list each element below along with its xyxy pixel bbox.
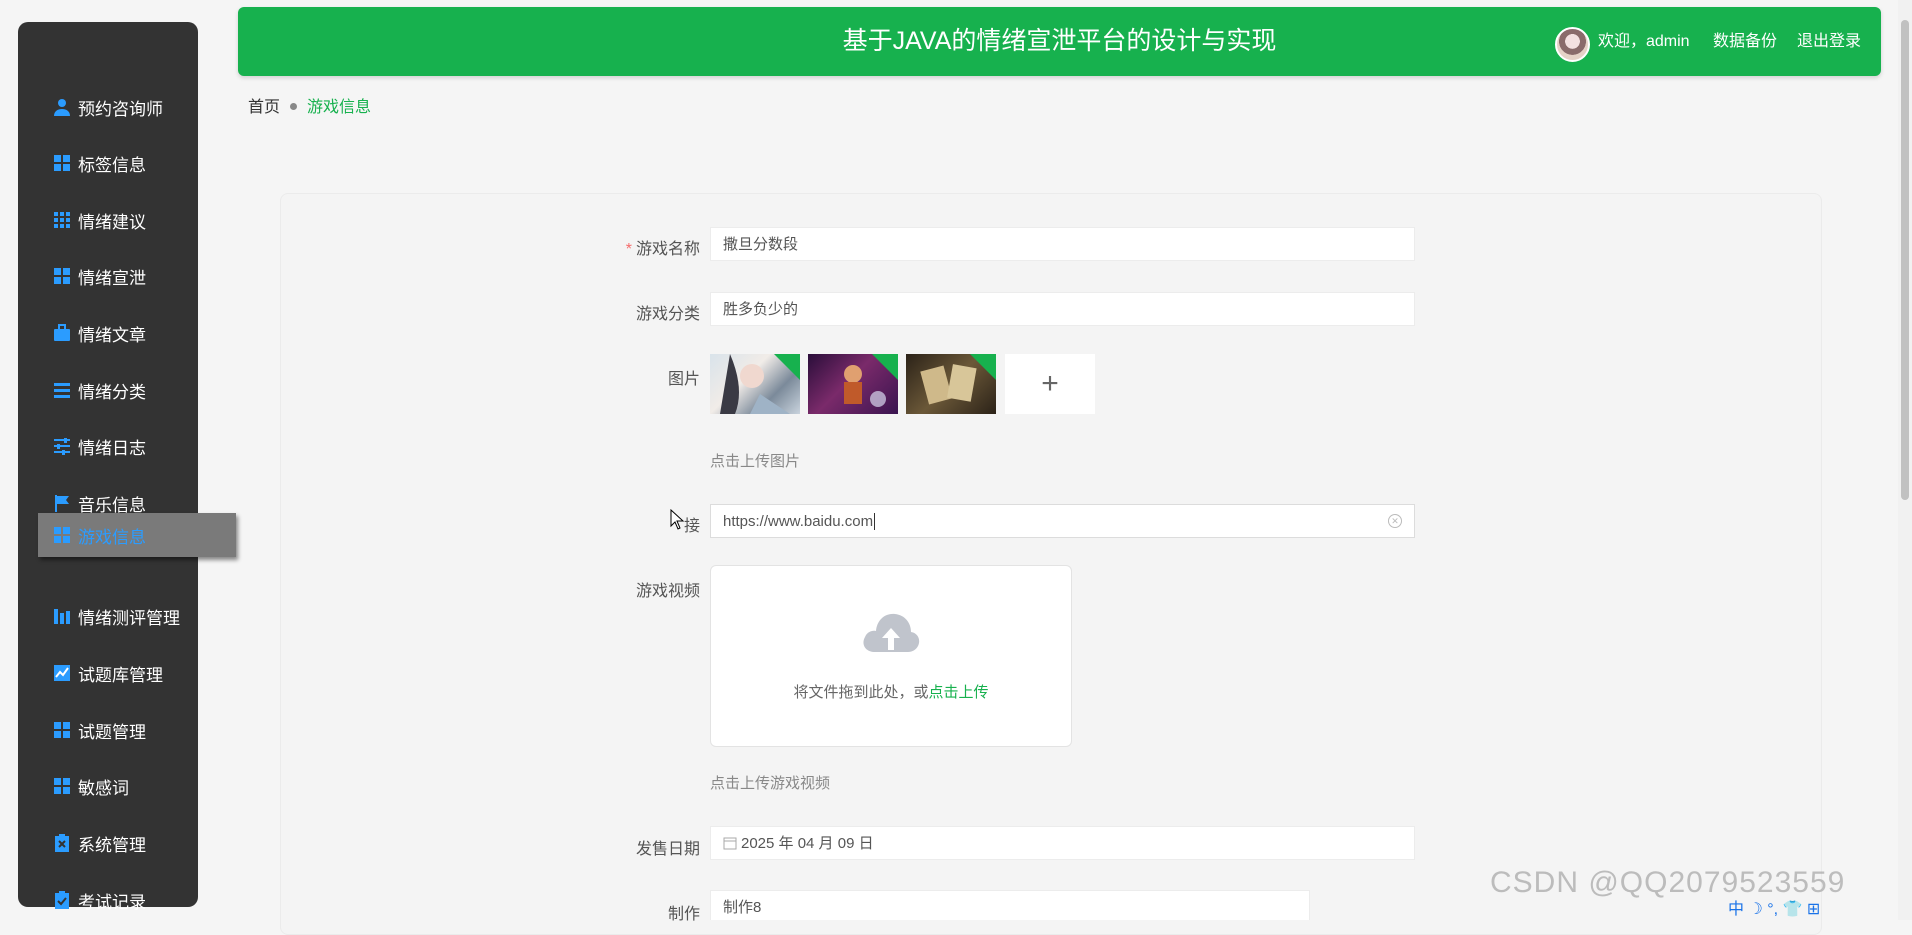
image-thumbnail-1[interactable] — [710, 354, 800, 414]
sidebar-item-sensitive-words[interactable]: 敏感词 — [18, 764, 198, 808]
link-input[interactable]: https://www.baidu.com ✕ — [710, 504, 1415, 538]
game-name-label: * 游戏名称 — [625, 241, 700, 258]
game-video-label: 游戏视频 — [635, 583, 700, 600]
release-date-input[interactable]: 2025 年 04 月 09 日 — [710, 826, 1415, 860]
sidebar-item-label: 试题管理 — [78, 722, 146, 742]
sidebar-item-label: 预约咨询师 — [78, 99, 163, 119]
click-upload-link[interactable]: 点击上传 — [929, 684, 989, 701]
grid-icon — [54, 778, 70, 794]
ime-tray: 中 ☽ °, 👕 ⊞ — [1728, 901, 1821, 918]
maker-input[interactable]: 制作8 — [710, 890, 1310, 920]
grid-icon — [54, 155, 70, 171]
maker-label: 制作 — [667, 906, 700, 923]
grid-icon — [54, 527, 70, 543]
sidebar-item-label: 情绪宣泄 — [78, 268, 146, 288]
video-upload-hint[interactable]: 点击上传游戏视频 — [710, 772, 830, 793]
sidebar-item-question-bank[interactable]: 试题库管理 — [18, 651, 198, 695]
required-mark: * — [625, 241, 632, 258]
list-icon — [54, 383, 70, 398]
flag-icon — [55, 495, 69, 512]
sidebar-item-label: 音乐信息 — [78, 495, 146, 515]
sidebar-item-assessment[interactable]: 情绪测评管理 — [18, 594, 198, 638]
sidebar-item-label: 考试记录 — [78, 892, 146, 912]
drop-text: 将文件拖到此处，或点击上传 — [793, 684, 989, 701]
sidebar: 预约咨询师 标签信息 情绪建议 情绪宣泄 情绪文章 情绪分类 情绪日志 音乐信息… — [18, 22, 236, 912]
sliders-icon — [54, 438, 70, 455]
apps-icon — [54, 212, 70, 228]
delete-corner-icon[interactable] — [872, 354, 898, 380]
sidebar-item-label: 试题库管理 — [78, 665, 163, 685]
briefcase-icon — [54, 324, 70, 341]
mouse-cursor-icon — [670, 509, 685, 530]
sidebar-item-questions[interactable]: 试题管理 — [18, 708, 198, 752]
bar-chart-icon — [54, 609, 70, 624]
image-upload-hint[interactable]: 点击上传图片 — [710, 450, 800, 471]
sidebar-item-label: 游戏信息 — [78, 527, 146, 547]
clear-icon[interactable]: ✕ — [1388, 514, 1402, 528]
top-header: 基于JAVA的情绪宣泄平台的设计与实现 欢迎，admin 数据备份 退出登录 — [238, 7, 1881, 76]
sidebar-item-system[interactable]: 系统管理 — [18, 821, 198, 865]
clipboard-check-icon — [55, 891, 69, 909]
sidebar-item-vent[interactable]: 情绪宣泄 — [18, 254, 198, 298]
sidebar-item-categories[interactable]: 情绪分类 — [18, 368, 198, 412]
sidebar-item-label: 情绪测评管理 — [78, 608, 180, 628]
delete-corner-icon[interactable] — [970, 354, 996, 380]
add-image-button[interactable]: + — [1005, 354, 1095, 414]
breadcrumb-separator — [290, 103, 298, 110]
line-chart-icon — [54, 665, 70, 681]
release-date-label: 发售日期 — [635, 841, 700, 858]
upload-cloud-icon — [863, 613, 920, 652]
sidebar-item-label: 情绪建议 — [78, 212, 146, 232]
game-name-input[interactable]: 撒旦分数段 — [710, 227, 1415, 261]
breadcrumb: 首页 游戏信息 — [248, 93, 371, 117]
logout-link[interactable]: 退出登录 — [1797, 7, 1861, 76]
sidebar-item-games[interactable]: 游戏信息 — [38, 513, 236, 557]
sidebar-item-tags[interactable]: 标签信息 — [18, 141, 198, 185]
image-thumbnail-2[interactable] — [808, 354, 898, 414]
game-category-input[interactable]: 胜多负少的 — [710, 292, 1415, 326]
sidebar-item-appointment[interactable]: 预约咨询师 — [18, 85, 198, 129]
user-icon — [54, 99, 70, 116]
scrollbar-thumb[interactable] — [1901, 20, 1909, 500]
sidebar-item-label: 敏感词 — [78, 778, 129, 798]
avatar[interactable] — [1555, 27, 1590, 62]
calendar-icon — [723, 837, 737, 850]
sidebar-item-articles[interactable]: 情绪文章 — [18, 311, 198, 355]
sidebar-item-label: 情绪分类 — [78, 382, 146, 402]
sidebar-item-label: 标签信息 — [78, 155, 146, 175]
sidebar-item-exam-records[interactable]: 考试记录 — [18, 878, 198, 922]
clipboard-x-icon — [55, 834, 69, 852]
grid-icon — [54, 722, 70, 738]
image-label: 图片 — [667, 371, 700, 388]
grid-icon — [54, 268, 70, 284]
sidebar-item-label: 情绪文章 — [78, 325, 146, 345]
breadcrumb-current: 游戏信息 — [307, 99, 372, 116]
data-backup-link[interactable]: 数据备份 — [1713, 7, 1777, 76]
welcome-text: 欢迎，admin — [1598, 33, 1690, 50]
video-drop-zone[interactable]: 将文件拖到此处，或点击上传 — [710, 565, 1072, 747]
image-thumbnail-3[interactable] — [906, 354, 996, 414]
scrollbar[interactable] — [1898, 0, 1912, 920]
delete-corner-icon[interactable] — [774, 354, 800, 380]
plus-icon: + — [1041, 367, 1059, 400]
sidebar-item-logs[interactable]: 情绪日志 — [18, 424, 198, 468]
game-category-label: 游戏分类 — [635, 306, 700, 323]
sidebar-item-label: 情绪日志 — [78, 438, 146, 458]
breadcrumb-home[interactable]: 首页 — [248, 99, 280, 116]
sidebar-item-advice[interactable]: 情绪建议 — [18, 198, 198, 242]
sidebar-item-label: 系统管理 — [78, 835, 146, 855]
